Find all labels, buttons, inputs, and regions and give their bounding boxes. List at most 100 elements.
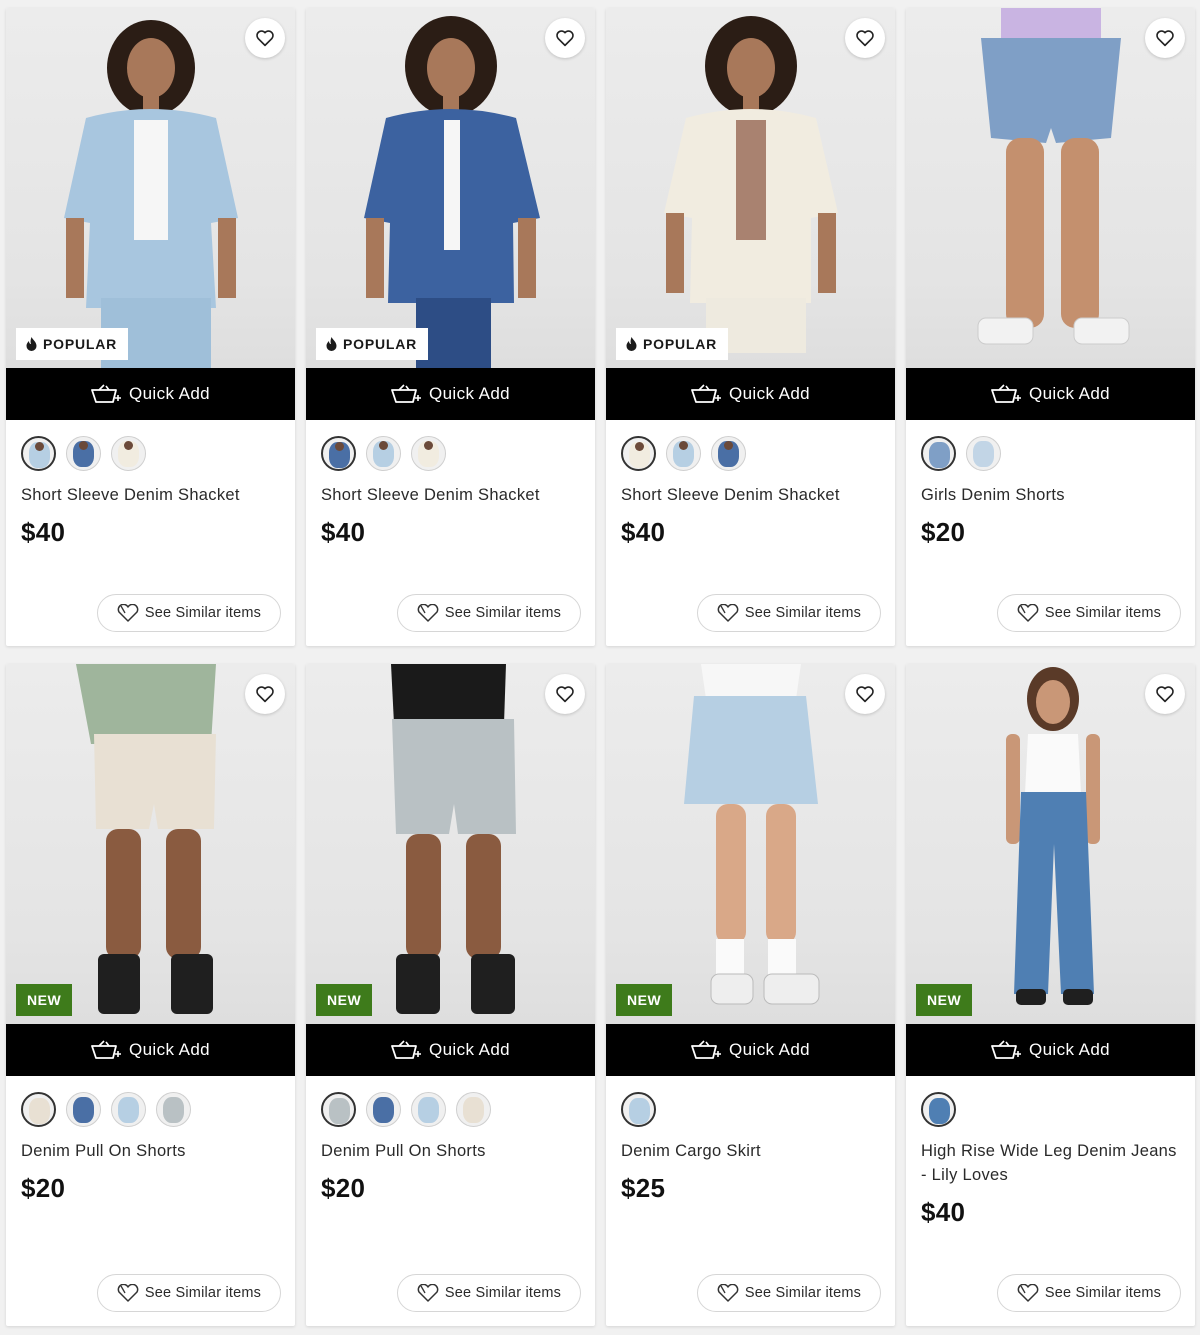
product-photo	[64, 20, 238, 368]
color-swatch[interactable]	[621, 1092, 656, 1127]
product-card[interactable]: Quick Add Girls Denim Shorts $20 See Sim…	[906, 8, 1195, 646]
color-swatches	[6, 420, 295, 476]
color-swatch[interactable]	[66, 436, 101, 471]
quick-add-button[interactable]: Quick Add	[606, 368, 895, 420]
flame-icon	[626, 337, 637, 351]
quick-add-button[interactable]: Quick Add	[606, 1024, 895, 1076]
quick-add-button[interactable]: Quick Add	[906, 368, 1195, 420]
product-card[interactable]: NEW Quick Add High Rise Wide Leg Denim J…	[906, 664, 1195, 1326]
see-similar-label: See Similar items	[744, 605, 862, 621]
basket-icon	[691, 384, 721, 403]
product-photo	[664, 16, 838, 353]
wishlist-button[interactable]	[545, 18, 585, 58]
product-card[interactable]: NEW Quick Add Denim Pull On Shorts $20 S…	[306, 664, 595, 1326]
product-price: $40	[621, 517, 666, 547]
color-swatch[interactable]	[366, 436, 401, 471]
color-swatch[interactable]	[366, 1092, 401, 1127]
similar-icon	[717, 604, 739, 622]
see-similar-button[interactable]: See Similar items	[97, 1274, 281, 1312]
see-similar-button[interactable]: See Similar items	[397, 1274, 581, 1312]
color-swatch[interactable]	[111, 436, 146, 471]
product-card[interactable]: POPULAR Quick Add Short Sleeve Denim Sha…	[606, 8, 895, 646]
quick-add-button[interactable]: Quick Add	[306, 1024, 595, 1076]
color-swatch[interactable]	[156, 1092, 191, 1127]
product-image[interactable]: NEW	[606, 664, 895, 1024]
product-image[interactable]: NEW	[906, 664, 1195, 1024]
product-title[interactable]: Short Sleeve Denim Shacket	[6, 476, 295, 507]
color-swatch[interactable]	[666, 436, 701, 471]
see-similar-label: See Similar items	[444, 605, 562, 621]
heart-icon	[556, 30, 574, 47]
color-swatch[interactable]	[921, 1092, 956, 1127]
color-swatch[interactable]	[411, 436, 446, 471]
see-similar-button[interactable]: See Similar items	[697, 1274, 881, 1312]
product-card[interactable]: NEW Quick Add Denim Pull On Shorts $20 S…	[6, 664, 295, 1326]
wishlist-button[interactable]	[245, 674, 285, 714]
product-card[interactable]: POPULAR Quick Add Short Sleeve Denim Sha…	[306, 8, 595, 646]
basket-icon	[91, 1040, 121, 1059]
product-price: $40	[21, 517, 66, 547]
product-title[interactable]: Girls Denim Shorts	[906, 476, 1195, 507]
color-swatch[interactable]	[711, 436, 746, 471]
color-swatch[interactable]	[966, 436, 1001, 471]
product-image[interactable]: POPULAR	[606, 8, 895, 368]
color-swatch[interactable]	[111, 1092, 146, 1127]
wishlist-button[interactable]	[1145, 18, 1185, 58]
product-photo	[76, 664, 216, 1014]
heart-icon	[1156, 30, 1174, 47]
wishlist-button[interactable]	[1145, 674, 1185, 714]
quick-add-button[interactable]: Quick Add	[6, 1024, 295, 1076]
product-grid: POPULAR Quick Add Short Sleeve Denim Sha…	[6, 8, 1195, 1326]
see-similar-button[interactable]: See Similar items	[997, 1274, 1181, 1312]
product-title[interactable]: Short Sleeve Denim Shacket	[306, 476, 595, 507]
product-title[interactable]: Denim Pull On Shorts	[306, 1132, 595, 1163]
basket-icon	[991, 384, 1021, 403]
wishlist-button[interactable]	[545, 674, 585, 714]
product-image[interactable]: POPULAR	[306, 8, 595, 368]
color-swatch[interactable]	[21, 1092, 56, 1127]
product-card[interactable]: POPULAR Quick Add Short Sleeve Denim Sha…	[6, 8, 295, 646]
wishlist-button[interactable]	[845, 18, 885, 58]
color-swatch[interactable]	[921, 436, 956, 471]
see-similar-button[interactable]: See Similar items	[97, 594, 281, 632]
product-title[interactable]: Denim Pull On Shorts	[6, 1132, 295, 1163]
see-similar-button[interactable]: See Similar items	[397, 594, 581, 632]
wishlist-button[interactable]	[845, 674, 885, 714]
popular-label: POPULAR	[43, 336, 118, 352]
color-swatch[interactable]	[66, 1092, 101, 1127]
quick-add-button[interactable]: Quick Add	[306, 368, 595, 420]
product-title[interactable]: High Rise Wide Leg Denim Jeans - Lily Lo…	[906, 1132, 1195, 1187]
see-similar-button[interactable]: See Similar items	[997, 594, 1181, 632]
similar-icon	[717, 1284, 739, 1302]
product-image[interactable]	[906, 8, 1195, 368]
color-swatch[interactable]	[321, 1092, 356, 1127]
quick-add-label: Quick Add	[428, 1040, 511, 1059]
product-card[interactable]: NEW Quick Add Denim Cargo Skirt $25 See …	[606, 664, 895, 1326]
color-swatch[interactable]	[411, 1092, 446, 1127]
color-swatch[interactable]	[321, 436, 356, 471]
popular-badge: POPULAR	[316, 328, 429, 360]
color-swatch[interactable]	[621, 436, 656, 471]
product-title[interactable]: Short Sleeve Denim Shacket	[606, 476, 895, 507]
new-badge: NEW	[316, 984, 373, 1016]
color-swatch[interactable]	[21, 436, 56, 471]
product-image[interactable]: NEW	[306, 664, 595, 1024]
see-similar-label: See Similar items	[144, 1285, 262, 1301]
quick-add-button[interactable]: Quick Add	[6, 368, 295, 420]
product-image[interactable]: POPULAR	[6, 8, 295, 368]
color-swatch[interactable]	[456, 1092, 491, 1127]
product-image[interactable]: NEW	[6, 664, 295, 1024]
heart-icon	[556, 686, 574, 703]
wishlist-button[interactable]	[245, 18, 285, 58]
product-price: $20	[921, 517, 966, 547]
product-price: $25	[621, 1173, 666, 1203]
color-swatches	[606, 420, 895, 476]
quick-add-label: Quick Add	[128, 1040, 211, 1059]
product-title[interactable]: Denim Cargo Skirt	[606, 1132, 895, 1163]
see-similar-label: See Similar items	[144, 605, 262, 621]
similar-icon	[117, 604, 139, 622]
basket-icon	[991, 1040, 1021, 1059]
see-similar-button[interactable]: See Similar items	[697, 594, 881, 632]
color-swatches	[906, 1076, 1195, 1132]
quick-add-button[interactable]: Quick Add	[906, 1024, 1195, 1076]
